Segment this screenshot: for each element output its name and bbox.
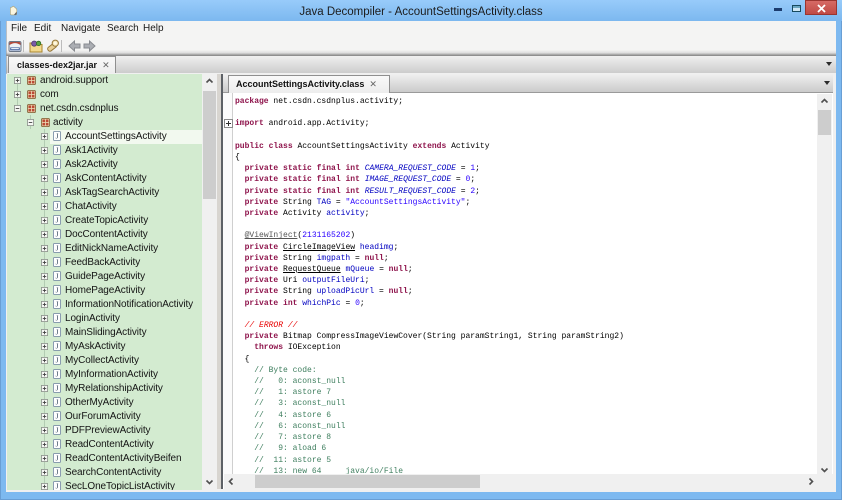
svg-text:J: J [56,441,59,449]
svg-text:J: J [56,203,59,211]
svg-text:J: J [56,357,59,365]
svg-text:J: J [56,217,59,225]
svg-text:J: J [56,287,59,295]
svg-text:J: J [56,329,59,337]
svg-text:J: J [56,175,59,183]
svg-text:J: J [56,427,59,435]
svg-text:J: J [56,483,59,490]
svg-text:J: J [56,231,59,239]
svg-text:J: J [56,371,59,379]
svg-text:J: J [56,399,59,407]
svg-text:J: J [56,315,59,323]
svg-text:J: J [56,413,59,421]
svg-text:J: J [56,343,59,351]
svg-text:J: J [56,133,59,141]
svg-text:J: J [56,259,59,267]
svg-text:J: J [56,147,59,155]
svg-text:J: J [56,161,59,169]
svg-text:J: J [56,301,59,309]
svg-text:J: J [56,455,59,463]
svg-text:J: J [56,385,59,393]
svg-text:J: J [56,189,59,197]
svg-text:J: J [56,469,59,477]
svg-text:J: J [56,273,59,281]
svg-text:J: J [56,245,59,253]
